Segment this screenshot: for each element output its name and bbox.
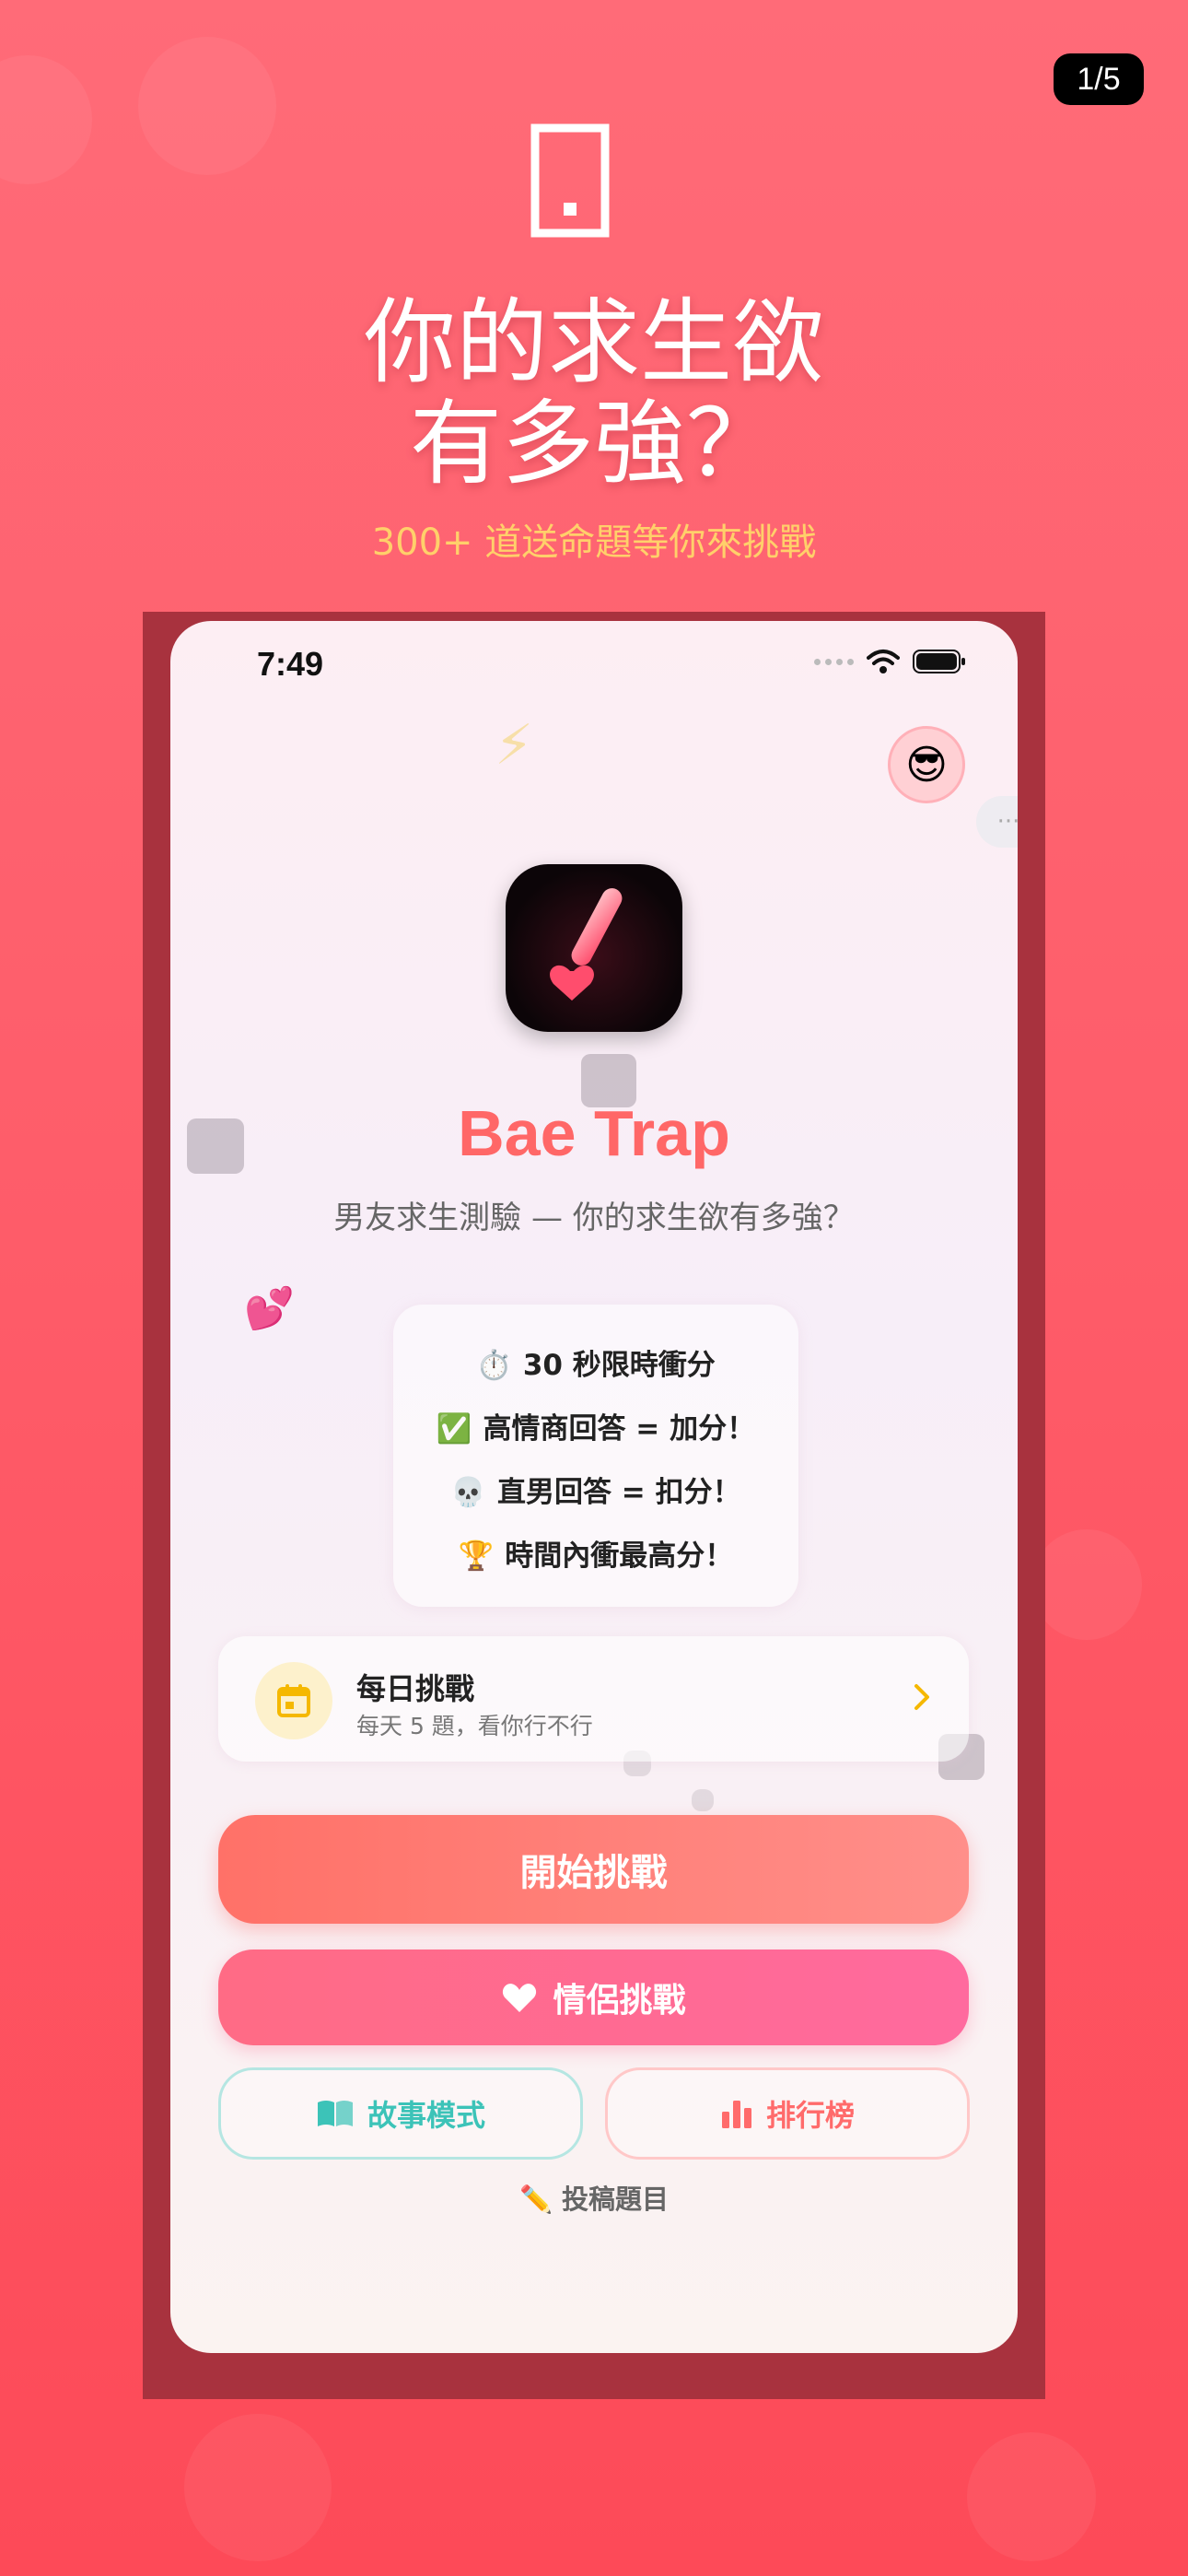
start-challenge-button[interactable]: 開始挑戰	[218, 1815, 969, 1924]
phone-outline-icon	[530, 123, 610, 238]
status-icons	[814, 649, 966, 674]
rule-text: 直男回答 = 扣分！	[497, 1476, 741, 1509]
daily-challenge-title: 每日挑戰	[356, 1671, 475, 1706]
signal-icon	[814, 658, 854, 665]
rules-card: ⏱️ 30 秒限時衝分 ✅ 高情商回答 = 加分！ 💀 直男回答 = 扣分！ 🏆 時間內…	[393, 1305, 798, 1607]
trophy-icon: 🏆	[458, 1540, 495, 1573]
headline-line1: 你的求生欲	[364, 288, 824, 396]
subheadline: 300+ 道送命題等你來挑戰	[371, 521, 817, 564]
floating-tile	[692, 1789, 714, 1811]
bg-bubble	[1031, 1529, 1142, 1640]
book-icon	[317, 2101, 353, 2126]
bg-bubble	[0, 55, 92, 184]
app-screen: 7:49 ⚡ 😎 ··· Bae Trap 男友求生測驗 — 你的求生欲有多強？…	[170, 621, 1018, 2353]
check-icon: ✅	[436, 1412, 472, 1446]
rule-item: 🏆 時間內衝最高分！	[393, 1532, 798, 1574]
submit-question-link[interactable]: ✏️ 投稿題目	[170, 2178, 1018, 2217]
status-time: 7:49	[257, 645, 324, 683]
rule-item: ⏱️ 30 秒限時衝分	[393, 1341, 798, 1383]
daily-challenge-subtitle: 每天 5 題，看你行不行	[356, 1713, 593, 1739]
rule-text: 時間內衝最高分！	[505, 1540, 734, 1573]
bg-bubble	[138, 37, 276, 175]
rule-item: 💀 直男回答 = 扣分！	[393, 1469, 798, 1510]
hearts-icon: 💕	[244, 1285, 295, 1332]
couple-challenge-label: 情侶挑戰	[553, 1982, 686, 2020]
submit-question-label: 投稿題目	[562, 2184, 670, 2215]
ranking-button[interactable]: 排行榜	[605, 2067, 970, 2160]
timer-icon: ⏱️	[476, 1349, 512, 1382]
exclamation-heart-icon	[506, 864, 682, 1032]
headline-line2: 有多強？	[410, 390, 778, 498]
ranking-label: 排行榜	[765, 2098, 855, 2133]
avatar-button[interactable]: 😎	[888, 726, 965, 803]
bg-bubble	[184, 2414, 332, 2561]
wifi-icon	[867, 650, 900, 673]
rule-text: 30 秒限時衝分	[522, 1349, 716, 1382]
bar-chart-icon	[721, 2101, 751, 2128]
chevron-right-icon	[914, 1684, 929, 1710]
couple-challenge-button[interactable]: 情侶挑戰	[218, 1950, 969, 2045]
rule-text: 高情商回答 = 加分！	[483, 1412, 756, 1446]
daily-challenge-card[interactable]: 每日挑戰 每天 5 題，看你行不行	[218, 1636, 969, 1762]
calendar-icon	[255, 1662, 332, 1739]
story-mode-label: 故事模式	[367, 2098, 485, 2133]
page-indicator: 1/5	[1054, 53, 1144, 105]
chat-bubble-icon: ···	[976, 796, 1018, 848]
bg-bubble	[967, 2432, 1096, 2561]
rule-item: ✅ 高情商回答 = 加分！	[393, 1405, 798, 1446]
skull-icon: 💀	[450, 1476, 487, 1509]
app-title: Bae Trap	[458, 1097, 730, 1169]
pencil-icon: ✏️	[518, 2184, 553, 2215]
battery-icon	[913, 650, 965, 673]
story-mode-button[interactable]: 故事模式	[218, 2067, 583, 2160]
heart-icon	[503, 1984, 537, 2012]
lightning-icon: ⚡	[495, 713, 534, 778]
app-subtitle: 男友求生測驗 — 你的求生欲有多強？	[333, 1200, 855, 1236]
